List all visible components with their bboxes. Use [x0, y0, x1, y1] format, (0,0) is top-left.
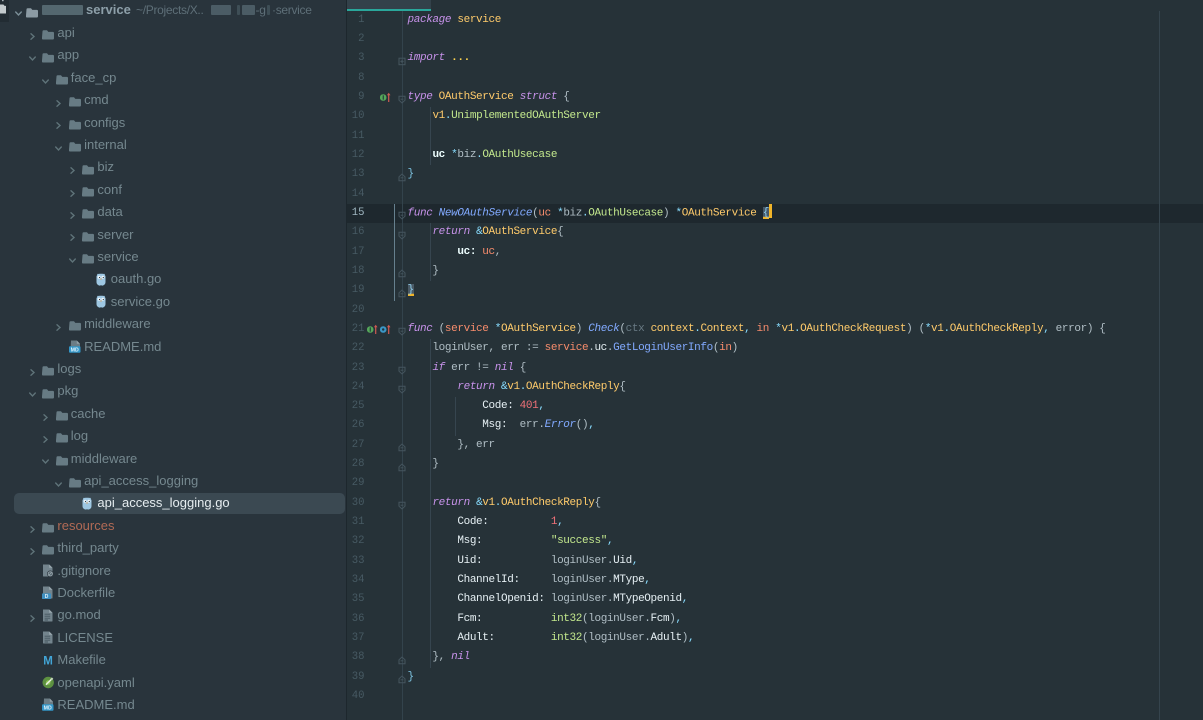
svg-text:MD: MD — [44, 706, 52, 712]
svg-text:D: D — [45, 594, 49, 599]
svg-text:MD: MD — [71, 347, 79, 353]
svg-text:M: M — [44, 656, 54, 667]
